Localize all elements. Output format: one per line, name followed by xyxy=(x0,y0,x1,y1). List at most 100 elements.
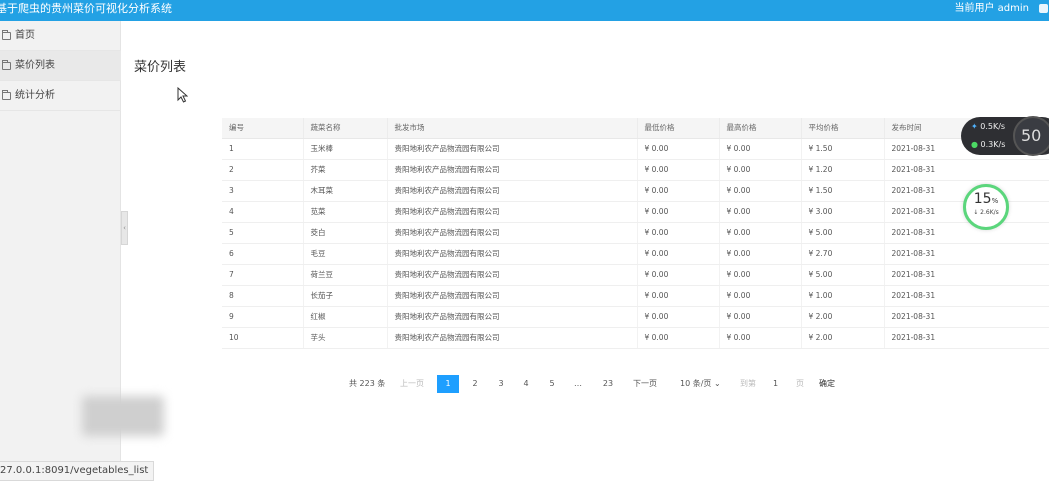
pagination: 共 223 条 上一页 1 2 3 4 5 … 23 下一页 10 条/页 ⌄ … xyxy=(347,375,847,393)
sidebar: 首页 菜价列表 统计分析 xyxy=(0,21,164,481)
cell-name: 茭白 xyxy=(303,222,388,244)
cell-avg-price: ¥ 5.00 xyxy=(801,264,885,286)
sidebar-item-label: 统计分析 xyxy=(15,90,55,101)
cell-max-price: ¥ 0.00 xyxy=(719,180,802,202)
cell-min-price: ¥ 0.00 xyxy=(637,138,720,160)
cell-min-price: ¥ 0.00 xyxy=(637,180,720,202)
cell-avg-price: ¥ 5.00 xyxy=(801,222,885,244)
cell-min-price: ¥ 0.00 xyxy=(637,327,720,349)
cell-name: 毛豆 xyxy=(303,243,388,265)
goto-page-input[interactable]: 1 xyxy=(773,375,778,393)
network-speed-widget[interactable]: ✦ 0.5K/s ● 0.3K/s 50 xyxy=(961,116,1049,156)
sidebar-item-home[interactable]: 首页 xyxy=(0,21,121,51)
cell-max-price: ¥ 0.00 xyxy=(719,243,802,265)
vegetable-price-table: 编号 蔬菜名称 批发市场 最低价格 最高价格 平均价格 发布时间 1 玉米棒 贵… xyxy=(222,118,1049,349)
cell-market: 贵阳地利农产品物流园有限公司 xyxy=(387,264,638,286)
cell-max-price: ¥ 0.00 xyxy=(719,327,802,349)
memory-usage-widget[interactable]: 15% ↓ 2.6K/s xyxy=(963,184,1009,230)
column-header-min-price[interactable]: 最低价格 xyxy=(637,118,720,139)
cell-avg-price: ¥ 1.50 xyxy=(801,180,885,202)
folder-icon xyxy=(2,30,11,40)
cell-avg-price: ¥ 1.20 xyxy=(801,159,885,181)
mouse-cursor-icon xyxy=(177,87,188,103)
table-row[interactable]: 6 毛豆 贵阳地利农产品物流园有限公司 ¥ 0.00 ¥ 0.00 ¥ 2.70… xyxy=(222,243,1049,265)
cell-max-price: ¥ 0.00 xyxy=(719,159,802,181)
cell-name: 木耳菜 xyxy=(303,180,388,202)
folder-icon xyxy=(2,90,11,100)
next-page-button[interactable]: 下一页 xyxy=(633,375,657,393)
cell-max-price: ¥ 0.00 xyxy=(719,306,802,328)
table-row[interactable]: 1 玉米棒 贵阳地利农产品物流园有限公司 ¥ 0.00 ¥ 0.00 ¥ 1.5… xyxy=(222,138,1049,160)
cell-date: 2021-08-31 xyxy=(884,327,1049,349)
cell-avg-price: ¥ 1.00 xyxy=(801,285,885,307)
upload-speed: 0.5K/s xyxy=(980,122,1006,131)
status-bar-url: 27.0.0.1:8091/vegetables_list xyxy=(0,461,155,481)
cell-market: 贵阳地利农产品物流园有限公司 xyxy=(387,180,638,202)
cell-market: 贵阳地利农产品物流园有限公司 xyxy=(387,327,638,349)
cell-min-price: ¥ 0.00 xyxy=(637,285,720,307)
usage-rate: ↓ 2.6K/s xyxy=(973,209,999,216)
cell-min-price: ¥ 0.00 xyxy=(637,264,720,286)
cell-max-price: ¥ 0.00 xyxy=(719,138,802,160)
table-row[interactable]: 4 苋菜 贵阳地利农产品物流园有限公司 ¥ 0.00 ¥ 0.00 ¥ 3.00… xyxy=(222,201,1049,223)
page-button-1[interactable]: 1 xyxy=(437,375,459,393)
folder-icon xyxy=(2,60,11,70)
sidebar-item-statistics[interactable]: 统计分析 xyxy=(0,81,121,111)
download-speed: 0.3K/s xyxy=(980,140,1006,149)
table-row[interactable]: 10 芋头 贵阳地利农产品物流园有限公司 ¥ 0.00 ¥ 0.00 ¥ 2.0… xyxy=(222,327,1049,349)
sidebar-item-label: 菜价列表 xyxy=(15,60,55,71)
cell-market: 贵阳地利农产品物流园有限公司 xyxy=(387,201,638,223)
download-dot-icon: ● xyxy=(971,140,978,149)
cell-date: 2021-08-31 xyxy=(884,159,1049,181)
cell-id: 8 xyxy=(222,285,304,307)
page-button-2[interactable]: 2 xyxy=(464,375,486,393)
column-header-avg-price[interactable]: 平均价格 xyxy=(801,118,885,139)
cell-market: 贵阳地利农产品物流园有限公司 xyxy=(387,243,638,265)
table-row[interactable]: 9 红椒 贵阳地利农产品物流园有限公司 ¥ 0.00 ¥ 0.00 ¥ 2.00… xyxy=(222,306,1049,328)
prev-page-button[interactable]: 上一页 xyxy=(400,375,424,393)
table-row[interactable]: 3 木耳菜 贵阳地利农产品物流园有限公司 ¥ 0.00 ¥ 0.00 ¥ 1.5… xyxy=(222,180,1049,202)
top-header: 基于爬虫的贵州菜价可视化分析系统 当前用户 admin xyxy=(0,0,1049,21)
usage-percent-unit: % xyxy=(991,197,999,205)
sidebar-item-price-list[interactable]: 菜价列表 xyxy=(0,51,121,81)
cell-name: 玉米棒 xyxy=(303,138,388,160)
cell-date: 2021-08-31 xyxy=(884,243,1049,265)
cell-name: 荷兰豆 xyxy=(303,264,388,286)
chevron-down-icon: ⌄ xyxy=(713,379,721,388)
page-title: 菜价列表 xyxy=(134,60,187,75)
cell-name: 芥菜 xyxy=(303,159,388,181)
current-user[interactable]: 当前用户 admin xyxy=(954,0,1029,17)
main-content: 菜价列表 编号 蔬菜名称 批发市场 最低价格 最高价格 平均价格 发布时间 1 … xyxy=(122,21,1049,481)
column-header-id[interactable]: 编号 xyxy=(222,118,304,139)
app-title: 基于爬虫的贵州菜价可视化分析系统 xyxy=(0,2,172,15)
table-row[interactable]: 5 茭白 贵阳地利农产品物流园有限公司 ¥ 0.00 ¥ 0.00 ¥ 5.00… xyxy=(222,222,1049,244)
page-size-value: 10 条/页 xyxy=(680,379,712,388)
cell-min-price: ¥ 0.00 xyxy=(637,222,720,244)
page-button-3[interactable]: 3 xyxy=(490,375,512,393)
cell-id: 1 xyxy=(222,138,304,160)
goto-label: 到第 xyxy=(740,379,756,388)
cell-id: 9 xyxy=(222,306,304,328)
table-row[interactable]: 7 荷兰豆 贵阳地利农产品物流园有限公司 ¥ 0.00 ¥ 0.00 ¥ 5.0… xyxy=(222,264,1049,286)
goto-confirm-button[interactable]: 确定 xyxy=(819,375,835,393)
page-button-last[interactable]: 23 xyxy=(597,375,619,393)
table-row[interactable]: 8 长茄子 贵阳地利农产品物流园有限公司 ¥ 0.00 ¥ 0.00 ¥ 1.0… xyxy=(222,285,1049,307)
column-header-name[interactable]: 蔬菜名称 xyxy=(303,118,388,139)
column-header-max-price[interactable]: 最高价格 xyxy=(719,118,802,139)
user-menu-icon[interactable] xyxy=(1039,4,1048,13)
column-header-market[interactable]: 批发市场 xyxy=(387,118,638,139)
cell-min-price: ¥ 0.00 xyxy=(637,243,720,265)
cell-market: 贵阳地利农产品物流园有限公司 xyxy=(387,285,638,307)
cell-market: 贵阳地利农产品物流园有限公司 xyxy=(387,222,638,244)
sidebar-item-label: 首页 xyxy=(15,30,35,41)
cell-id: 4 xyxy=(222,201,304,223)
page-size-select[interactable]: 10 条/页 ⌄ xyxy=(680,375,721,393)
page-button-5[interactable]: 5 xyxy=(541,375,563,393)
cell-name: 红椒 xyxy=(303,306,388,328)
page-button-4[interactable]: 4 xyxy=(515,375,537,393)
table-row[interactable]: 2 芥菜 贵阳地利农产品物流园有限公司 ¥ 0.00 ¥ 0.00 ¥ 1.20… xyxy=(222,159,1049,181)
table-header-row: 编号 蔬菜名称 批发市场 最低价格 最高价格 平均价格 发布时间 xyxy=(222,118,1049,139)
upload-arrow-icon: ✦ xyxy=(971,122,978,131)
cell-name: 长茄子 xyxy=(303,285,388,307)
usage-percent: 15 xyxy=(973,191,992,207)
